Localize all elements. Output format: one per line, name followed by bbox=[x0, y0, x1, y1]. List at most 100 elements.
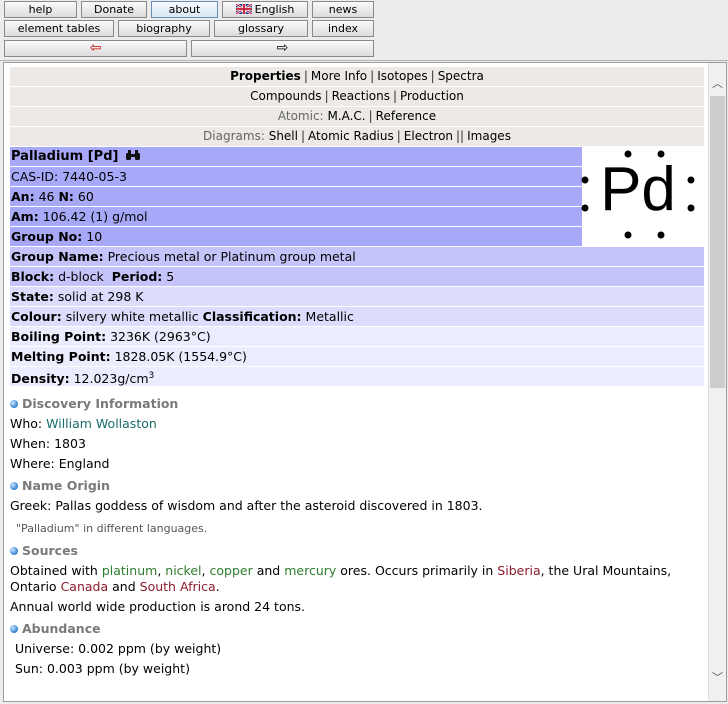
nav-atomic-label: Atomic: bbox=[277, 109, 324, 123]
nav-link-isotopes[interactable]: Isotopes bbox=[377, 69, 427, 83]
news-button[interactable]: news bbox=[312, 1, 374, 18]
platinum-link[interactable]: platinum bbox=[102, 563, 157, 578]
glossary-button[interactable]: glossary bbox=[214, 20, 308, 37]
forward-button[interactable]: ⇨ bbox=[191, 40, 374, 57]
donate-button[interactable]: Donate bbox=[81, 1, 147, 18]
sources-text-part: ores. Occurs primarily in bbox=[340, 563, 494, 578]
am-label: Am: bbox=[11, 209, 39, 224]
element-title-row: Palladium [Pd] bbox=[10, 147, 582, 166]
back-button[interactable]: ⇦ bbox=[4, 40, 187, 57]
melting-point-row: Melting Point: 1828.05K (1554.9°C) bbox=[10, 347, 704, 366]
density-label: Density: bbox=[11, 371, 70, 386]
bullet-icon bbox=[10, 625, 18, 633]
sources-heading-text: Sources bbox=[22, 543, 78, 558]
binoculars-icon[interactable] bbox=[125, 149, 141, 161]
languages-link[interactable]: "Palladium" in different languages. bbox=[16, 522, 704, 535]
state-row: State: solid at 298 K bbox=[10, 287, 704, 306]
nav-row-atomic: Atomic: M.A.C. | Reference bbox=[10, 107, 704, 126]
nav-diagrams-label: Diagrams: bbox=[203, 129, 265, 143]
discovery-who: Who: William Wollaston bbox=[10, 414, 704, 434]
discovery-when: When: 1803 bbox=[10, 434, 704, 454]
where-value: England bbox=[58, 456, 110, 471]
copper-link[interactable]: copper bbox=[209, 563, 252, 578]
name-origin-heading-text: Name Origin bbox=[22, 478, 110, 493]
siberia-link[interactable]: Siberia bbox=[497, 563, 540, 578]
element-symbol: Pd bbox=[600, 155, 676, 224]
abundance-heading-text: Abundance bbox=[22, 621, 101, 636]
discovery-heading-text: Discovery Information bbox=[22, 396, 179, 411]
cas-value: 7440-05-3 bbox=[62, 169, 127, 184]
discovery-where: Where: England bbox=[10, 454, 704, 474]
language-button[interactable]: English bbox=[222, 1, 308, 18]
canada-link[interactable]: Canada bbox=[61, 579, 109, 594]
abundance-universe: Universe: 0.002 ppm (by weight) bbox=[15, 641, 222, 656]
nav-link-atomic-radius[interactable]: Atomic Radius bbox=[308, 129, 394, 143]
scroll-up-icon[interactable]: ︿ bbox=[712, 75, 723, 91]
melting-point-value: 1828.05K (1554.9°C) bbox=[114, 349, 247, 364]
scroll-down-icon[interactable]: ﹀ bbox=[712, 669, 723, 685]
nav-link-reference[interactable]: Reference bbox=[376, 109, 436, 123]
classification-value: Metallic bbox=[305, 309, 354, 324]
name-origin-heading: Name Origin bbox=[10, 476, 704, 496]
nav-link-properties[interactable]: Properties bbox=[230, 69, 301, 83]
bullet-icon bbox=[10, 400, 18, 408]
mercury-link[interactable]: mercury bbox=[284, 563, 336, 578]
discoverer-link[interactable]: William Wollaston bbox=[46, 416, 157, 431]
help-button[interactable]: help bbox=[4, 1, 77, 18]
abundance-sun: Sun: 0.003 ppm (by weight) bbox=[15, 661, 190, 676]
period-value: 5 bbox=[166, 269, 175, 284]
nav-link-shell[interactable]: Shell bbox=[269, 129, 298, 143]
am-row: Am: 106.42 (1) g/mol bbox=[10, 207, 582, 226]
discovery-heading: Discovery Information bbox=[10, 394, 704, 414]
density-row: Density: 12.023g/cm3 bbox=[10, 367, 704, 386]
sources-text-part: and bbox=[112, 579, 136, 594]
boiling-point-label: Boiling Point: bbox=[11, 329, 107, 344]
element-title: Palladium [Pd] bbox=[11, 149, 119, 164]
index-button[interactable]: index bbox=[312, 20, 374, 37]
when-label: When: bbox=[10, 436, 51, 451]
toolbar-divider bbox=[0, 60, 728, 61]
nav-link-compounds[interactable]: Compounds bbox=[250, 89, 321, 103]
biography-button[interactable]: biography bbox=[118, 20, 210, 37]
nav-link-images[interactable]: Images bbox=[467, 129, 511, 143]
nav-link-production[interactable]: Production bbox=[400, 89, 464, 103]
nickel-link[interactable]: nickel bbox=[165, 563, 201, 578]
sources-text: Obtained with platinum, nickel, copper a… bbox=[10, 561, 704, 597]
nav-link-reactions[interactable]: Reactions bbox=[332, 89, 390, 103]
density-value: 12.023g/cm bbox=[73, 371, 149, 386]
vertical-scrollbar[interactable]: ︿ ﹀ bbox=[708, 63, 726, 701]
melting-point-label: Melting Point: bbox=[11, 349, 111, 364]
south-africa-link[interactable]: South Africa bbox=[140, 579, 216, 594]
language-label: English bbox=[254, 3, 295, 16]
period-label: Period: bbox=[111, 269, 163, 284]
when-value: 1803 bbox=[54, 436, 86, 451]
cas-row: CAS-ID: 7440-05-3 bbox=[10, 167, 582, 186]
colour-value: silvery white metallic bbox=[65, 309, 199, 324]
nav-link-spectra[interactable]: Spectra bbox=[438, 69, 484, 83]
state-label: State: bbox=[11, 289, 54, 304]
state-value: solid at 298 K bbox=[57, 289, 144, 304]
production-text: Annual world wide production is arond 24… bbox=[10, 599, 306, 614]
am-value: 106.42 (1) g/mol bbox=[42, 209, 148, 224]
scrollbar-thumb[interactable] bbox=[710, 96, 725, 388]
abundance-heading: Abundance bbox=[10, 619, 704, 639]
an-value: 46 bbox=[38, 189, 55, 204]
bullet-icon bbox=[10, 482, 18, 490]
nav-link-electron[interactable]: Electron bbox=[404, 129, 453, 143]
element-tables-button[interactable]: element tables bbox=[4, 20, 114, 37]
cas-label: CAS-ID: bbox=[11, 169, 59, 184]
nav-link-more-info[interactable]: More Info bbox=[311, 69, 367, 83]
about-button[interactable]: about bbox=[151, 1, 218, 18]
boiling-point-value: 3236K (2963°C) bbox=[110, 329, 211, 344]
where-label: Where: bbox=[10, 456, 55, 471]
name-origin-text: Greek: Pallas goddess of wisdom and afte… bbox=[10, 498, 483, 513]
uk-flag-icon bbox=[235, 4, 252, 14]
group-name-row: Group Name: Precious metal or Platinum g… bbox=[10, 247, 704, 266]
content-frame: Properties | More Info | Isotopes | Spectra Co… bbox=[3, 62, 727, 702]
an-n-row: An: 46 N: 60 bbox=[10, 187, 582, 206]
group-name-value: Precious metal or Platinum group metal bbox=[107, 249, 356, 264]
sources-text-part: and bbox=[256, 563, 281, 578]
nav-row-properties: Properties | More Info | Isotopes | Spectra bbox=[10, 67, 704, 86]
nav-link-mac[interactable]: M.A.C. bbox=[327, 109, 365, 123]
sources-heading: Sources bbox=[10, 541, 704, 561]
